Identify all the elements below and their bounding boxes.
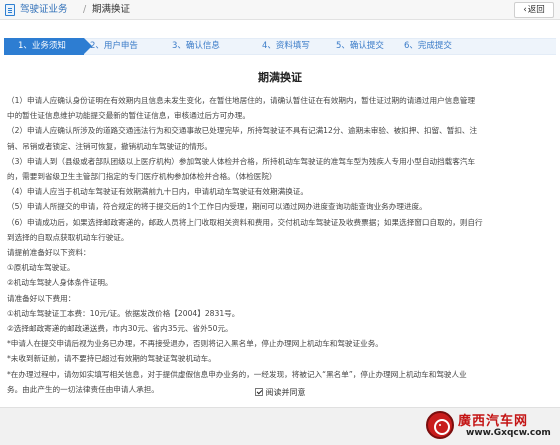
- notice-line: *申请人在提交申请后视为业务已办理，不再接受退办，否则将记入黑名单，停止办理网上…: [7, 339, 383, 349]
- notice-line: （1）申请人应确认身份证明在有效期内且信息未发生变化，在暂住地居住的，请确认暂住…: [7, 96, 476, 105]
- notice-line: 销、吊销或者锁定、注销可恢复，撤销机动车驾驶证的情形。: [7, 141, 213, 151]
- notice-line: 请准备好以下费用：: [7, 293, 76, 303]
- notice-line: ①机动车驾驶证工本费：10元/证。依据发改价格【2004】2831号。: [7, 308, 240, 318]
- document-icon: [5, 4, 15, 16]
- notice-line: ①原机动车驾驶证。: [7, 263, 75, 273]
- back-button-label: 返回: [527, 5, 545, 15]
- notice-line: *未收到新证前，请不要持已超过有效期的驾驶证驾驶机动车。: [7, 354, 216, 364]
- step-1: 1、业务须知: [4, 38, 92, 55]
- breadcrumb-separator: /: [83, 4, 87, 15]
- watermark-logo: 廣西汽车网 www.Gxqcw.com: [426, 410, 556, 442]
- notice-line: 中的暂住证信息维护功能提交最新的暂住证信息，审核通过后方可办理。: [7, 111, 250, 121]
- notice-line: 到选择的自取点获取机动车行驶证。: [7, 232, 129, 242]
- notice-content: （1）申请人应确认身份证明在有效期内且信息未发生变化，在暂住地居住的，请确认暂住…: [7, 93, 553, 397]
- step-5: 5、确认提交: [336, 41, 384, 51]
- page-title: 期满换证: [258, 71, 302, 84]
- notice-line: ②选择邮政寄递的邮政递送费，市内30元、省内35元、省外50元。: [7, 324, 233, 334]
- notice-line: （3）申请人到（县级或者部队团级以上医疗机构）参加驾驶人体检并合格，所持机动车驾…: [7, 156, 476, 166]
- notice-line: （6）申请成功后，如果选择邮政寄递的，邮政人员将上门收取相关资料和费用，交付机动…: [7, 217, 483, 227]
- back-arrow-icon: ‹: [523, 5, 527, 15]
- breadcrumb-current: 期满换证: [92, 4, 131, 15]
- notice-line: （4）申请人应当于机动车驾驶证有效期满前九十日内，申请机动车驾驶证有效期满换证。: [7, 187, 308, 197]
- notice-line: （5）申请人所提交的申请，符合规定的将于提交后的1个工作日内受理，期间可以通过网…: [7, 202, 427, 212]
- step-3: 3、确认信息: [172, 41, 220, 51]
- step-2: 2、用户申告: [90, 41, 138, 51]
- step-6: 6、完成提交: [404, 41, 452, 51]
- agree-label[interactable]: 阅读并同意: [266, 388, 306, 397]
- step-4: 4、资料填写: [262, 41, 310, 51]
- watermark-url: www.Gxqcw.com: [466, 428, 551, 438]
- agree-checkbox[interactable]: [254, 388, 263, 396]
- notice-line: 的，需要到省级卫生主管部门指定的专门医疗机构参加体检并合格。（体检医院）: [7, 172, 277, 182]
- step-progress-bar: 1、业务须知 2、用户申告 3、确认信息 4、资料填写 5、确认提交 6、完成提…: [4, 38, 556, 55]
- breadcrumb-link[interactable]: 驾驶证业务: [20, 3, 68, 17]
- notice-line: ②机动车驾驶人身体条件证明。: [7, 278, 113, 288]
- top-bar: 驾驶证业务 / 期满换证 ‹返回: [0, 0, 560, 20]
- notice-line: *在办理过程中，请勿如实填写相关信息，对于提供虚假信息申办业务的，一经发现，将被…: [7, 369, 467, 379]
- step-track: [84, 38, 556, 55]
- agree-row: 阅读并同意: [0, 387, 560, 398]
- steering-wheel-icon: [426, 411, 454, 439]
- notice-line: 请提前准备好以下资料：: [7, 248, 91, 258]
- notice-line: （2）申请人应确认所涉及的道路交通违法行为和交通事故已处理完毕，所持驾驶证不具有…: [7, 126, 478, 136]
- watermark-title: 廣西汽车网: [458, 414, 529, 429]
- back-button[interactable]: ‹返回: [514, 2, 554, 18]
